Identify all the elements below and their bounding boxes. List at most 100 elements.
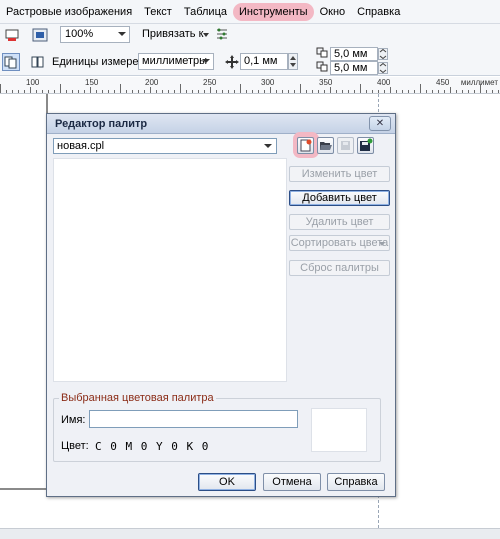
ruler-tick [366,90,367,93]
menu-bar: Растровые изображения Текст Таблица Инст… [0,0,500,24]
ruler-tick [402,90,403,93]
ruler-tick [120,84,121,93]
ruler-tick [18,90,19,93]
menu-text[interactable]: Текст [138,3,178,21]
menu-bitmaps[interactable]: Растровые изображения [0,3,138,21]
units-value: миллиметры [142,55,208,67]
options-icon[interactable] [214,27,230,43]
ruler-label: 250 [203,78,217,87]
ruler-tick [462,90,463,93]
launcher-icon[interactable] [4,27,20,43]
page-border [0,94,48,490]
ruler-tick [180,84,181,93]
ruler-tick [246,90,247,93]
ruler-tick [378,90,379,93]
ruler-tick [240,84,241,93]
ruler-label: 400 [377,78,391,87]
chevron-down-icon [118,32,126,36]
ruler-tick [300,84,301,93]
chevron-down-icon [264,144,272,148]
horizontal-ruler[interactable]: 100 150 200 250 300 350 400 450 миллимет [0,77,500,94]
ruler-tick [174,90,175,93]
ruler-tick [426,90,427,93]
ruler-tick [222,90,223,93]
cancel-button[interactable]: Отмена [263,473,321,491]
ruler-tick [186,90,187,93]
ruler-tick [486,90,487,93]
ruler-tick [24,90,25,93]
save-as-palette-button[interactable] [357,137,374,154]
nudge-distance-field[interactable]: 0,1 мм [240,53,288,70]
snap-to-button[interactable]: Привязать к [142,28,203,40]
selected-group-title: Выбранная цветовая палитра [59,392,216,404]
zoom-level-select[interactable]: 100% [60,26,130,43]
add-color-button[interactable]: Добавить цвет [289,190,390,206]
duplicate-x-field[interactable]: 5,0 мм [330,47,378,61]
chevron-down-icon [379,242,385,246]
change-color-button[interactable]: Изменить цвет [289,166,390,182]
chevron-down-icon[interactable] [203,33,209,37]
horizontal-scrollbar[interactable] [0,528,500,539]
duplicate-y-field[interactable]: 5,0 мм [330,61,378,75]
ruler-tick [132,90,133,93]
ruler-tick [408,90,409,93]
ruler-tick [318,90,319,93]
ruler-tick [162,90,163,93]
color-swatches-area[interactable] [53,158,287,382]
publish-icon[interactable] [32,27,48,43]
ok-button[interactable]: OK [198,473,256,491]
sort-colors-label: Сортировать цвета [290,237,389,249]
ruler-tick [312,90,313,93]
units-select[interactable]: миллиметры [138,53,214,70]
ruler-tick [96,90,97,93]
ruler-tick [156,90,157,93]
ruler-tick [438,90,439,93]
reset-palette-button[interactable]: Сброс палитры [289,260,390,276]
sort-colors-button[interactable]: Сортировать цвета [289,235,390,251]
menu-table[interactable]: Таблица [178,3,233,21]
facing-pages-icon[interactable] [30,54,46,70]
palette-file-select[interactable]: новая.cpl [53,138,277,154]
ruler-tick [258,90,259,93]
menu-window[interactable]: Окно [314,3,352,21]
open-palette-button[interactable] [317,137,334,154]
ruler-tick [192,90,193,93]
duplicate-x-spinner[interactable] [378,48,388,60]
ruler-tick [150,87,151,93]
close-icon[interactable]: ✕ [369,116,391,131]
help-button[interactable]: Справка [327,473,385,491]
ruler-tick [36,90,37,93]
delete-color-button[interactable]: Удалить цвет [289,214,390,230]
menu-help[interactable]: Справка [351,3,406,21]
ruler-tick [42,90,43,93]
ruler-tick [420,84,421,93]
save-palette-button[interactable] [337,137,354,154]
ruler-tick [228,90,229,93]
nudge-spinner[interactable] [288,53,298,70]
ruler-tick [138,90,139,93]
color-name-input[interactable] [89,410,298,428]
ruler-tick [432,90,433,93]
ruler-tick [0,84,1,93]
ruler-tick [78,90,79,93]
ruler-tick [282,90,283,93]
ruler-tick [84,90,85,93]
menu-tools[interactable]: Инструменты [233,2,314,21]
ruler-tick [60,84,61,93]
ruler-tick [372,90,373,93]
ruler-tick [264,90,265,93]
nudge-icon [224,54,240,70]
ruler-tick [396,90,397,93]
ruler-tick [330,87,331,93]
dialog-title: Редактор палитр [55,118,148,130]
page-layout-icon[interactable] [2,53,20,71]
ruler-label: 350 [319,78,333,87]
new-palette-button[interactable] [297,137,314,154]
duplicate-y-value: 5,0 мм [334,62,368,74]
ruler-tick [102,90,103,93]
name-label: Имя: [61,414,86,426]
dialog-titlebar[interactable]: Редактор палитр ✕ [47,114,395,134]
duplicate-y-spinner[interactable] [378,62,388,74]
ruler-tick [144,90,145,93]
ruler-tick [492,90,493,93]
